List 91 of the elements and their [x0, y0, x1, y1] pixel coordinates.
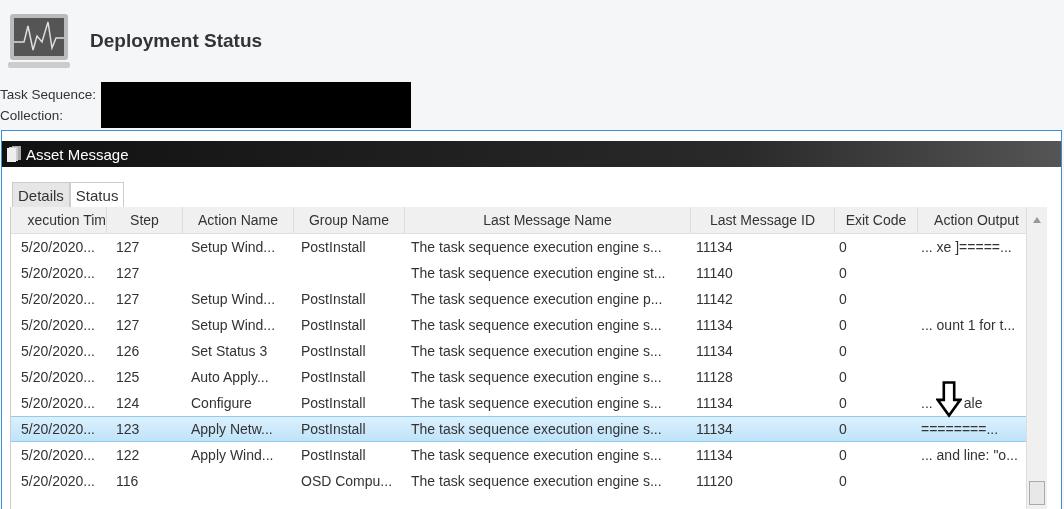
- table-cell: 5/20/2020...: [21, 265, 95, 281]
- table-cell: Setup Wind...: [191, 239, 276, 255]
- table-cell: 11142: [696, 291, 733, 307]
- table-cell: 11128: [696, 369, 733, 385]
- table-cell: 122: [116, 447, 140, 463]
- table-cell: 5/20/2020...: [21, 473, 95, 489]
- column-header[interactable]: Last Message Name: [405, 207, 691, 233]
- table-cell: 0: [839, 265, 847, 281]
- table-cell: 0: [839, 447, 847, 463]
- table-cell: 11134: [696, 317, 733, 333]
- table-cell: 127: [116, 291, 140, 307]
- scroll-up-icon[interactable]: [1033, 217, 1041, 223]
- column-header[interactable]: Last Message ID: [691, 207, 835, 233]
- table-row[interactable]: 5/20/2020... 123 Apply Netw... PostInstall The task sequence execution engine s... 11134 0 ========...: [11, 416, 1026, 442]
- table-cell: 5/20/2020...: [21, 317, 95, 333]
- tab[interactable]: Status: [69, 182, 125, 207]
- table-cell: 5/20/2020...: [21, 421, 95, 437]
- column-header[interactable]: Group Name: [294, 207, 405, 233]
- panel-title: Asset Message: [26, 145, 129, 163]
- table-cell: 5/20/2020...: [21, 343, 95, 359]
- table-cell: Configure: [191, 395, 252, 411]
- table-cell: ... ount 1 for t...: [921, 317, 1016, 333]
- table-cell: 125: [116, 369, 140, 385]
- scroll-thumb[interactable]: [1029, 481, 1045, 505]
- table-cell: PostInstall: [301, 369, 366, 385]
- table-cell: 123: [116, 421, 140, 437]
- stack-icon: [6, 145, 22, 163]
- table-cell: 11134: [696, 239, 733, 255]
- table-cell: 0: [839, 343, 847, 359]
- table-cell: ... xe ]=====...: [921, 239, 1012, 255]
- table-cell: Set Status 3: [191, 343, 268, 359]
- table-cell: 5/20/2020...: [21, 291, 95, 307]
- column-header[interactable]: Exit Code: [835, 207, 918, 233]
- table-cell: 0: [839, 395, 847, 411]
- table-cell: The task sequence execution engine s...: [411, 343, 662, 359]
- table-cell: 0: [839, 473, 847, 489]
- tab[interactable]: Details: [12, 182, 70, 207]
- table-cell: PostInstall: [301, 421, 366, 437]
- table-cell: 5/20/2020...: [21, 395, 95, 411]
- table-cell: 11134: [696, 395, 733, 411]
- table-cell: PostInstall: [301, 447, 366, 463]
- table-cell: ... and line: "o...: [921, 447, 1018, 463]
- page-title: Deployment Status: [90, 30, 263, 52]
- table-cell: ========...: [921, 421, 999, 437]
- table-cell: 116: [116, 473, 139, 489]
- table-cell: The task sequence execution engine s...: [411, 473, 662, 489]
- table-cell: Auto Apply...: [191, 369, 269, 385]
- table-cell: 5/20/2020...: [21, 447, 95, 463]
- table-cell: 0: [839, 291, 847, 307]
- table-cell: The task sequence execution engine s...: [411, 239, 662, 255]
- field-label: Task Sequence:: [0, 86, 98, 104]
- field-label: Collection:: [0, 107, 65, 125]
- table-cell: PostInstall: [301, 395, 366, 411]
- table-cell: The task sequence execution engine s...: [411, 317, 662, 333]
- scrollbar[interactable]: [1026, 207, 1047, 509]
- table-cell: 11120: [696, 473, 733, 489]
- table-cell: 127: [116, 239, 140, 255]
- table-cell: 5/20/2020...: [21, 239, 95, 255]
- table-cell: The task sequence execution engine p...: [411, 291, 663, 307]
- table-cell: 11134: [696, 421, 733, 437]
- column-header[interactable]: xecution Tim: [11, 207, 107, 233]
- table-cell: ... ale: [921, 395, 983, 411]
- table-cell: 127: [116, 317, 140, 333]
- table-cell: 5/20/2020...: [21, 369, 95, 385]
- table-cell: The task sequence execution engine s...: [411, 369, 662, 385]
- table-cell: The task sequence execution engine st...: [411, 265, 666, 281]
- column-header[interactable]: Action Name: [183, 207, 294, 233]
- table-cell: Apply Wind...: [191, 447, 274, 463]
- table-cell: The task sequence execution engine s...: [411, 447, 662, 463]
- table-cell: OSD Compu...: [301, 473, 393, 489]
- table-cell: 11134: [696, 343, 733, 359]
- down-arrow-icon: [936, 378, 962, 420]
- table-cell: PostInstall: [301, 317, 366, 333]
- table-cell: 126: [116, 343, 140, 359]
- table-cell: Setup Wind...: [191, 317, 276, 333]
- table-cell: 0: [839, 369, 847, 385]
- table-cell: 11140: [696, 265, 733, 281]
- table-cell: 124: [116, 395, 140, 411]
- table-cell: 0: [839, 317, 847, 333]
- column-header[interactable]: Step: [107, 207, 183, 233]
- table-cell: Apply Netw...: [191, 421, 273, 437]
- table-cell: The task sequence execution engine s...: [411, 421, 662, 437]
- table-cell: PostInstall: [301, 343, 366, 359]
- table-cell: 127: [116, 265, 140, 281]
- table-cell: 0: [839, 421, 847, 437]
- table-cell: 11134: [696, 447, 733, 463]
- table-cell: PostInstall: [301, 291, 366, 307]
- table-cell: Setup Wind...: [191, 291, 276, 307]
- table-cell: 0: [839, 239, 847, 255]
- table-cell: The task sequence execution engine s...: [411, 395, 662, 411]
- table-cell: PostInstall: [301, 239, 366, 255]
